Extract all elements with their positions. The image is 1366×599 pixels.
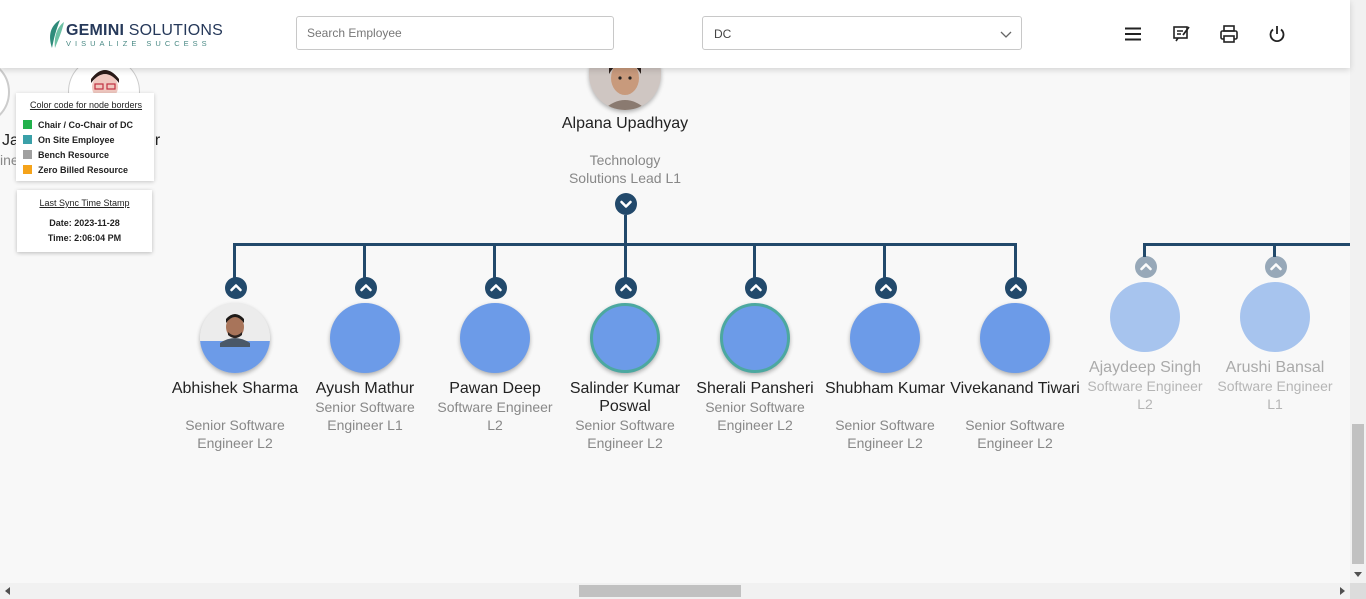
app-header: GEMINI SOLUTIONS VISUALIZE SUCCESS DC [0,0,1350,68]
connector-line [1143,243,1350,246]
employee-name: Shubham Kumar [824,380,946,397]
connector-line [1143,243,1146,257]
employee-role: Senior Software Engineer L2 [705,399,805,433]
chevron-down-icon [1000,31,1012,38]
connector-line [233,243,236,279]
employee-role: Senior Software Engineer L2 [835,417,935,451]
connector-line [493,243,496,279]
person-photo-icon [200,303,270,373]
sync-time: Time: 2:06:04 PM [47,233,122,243]
logo-tagline: VISUALIZE SUCCESS [66,39,211,48]
chevron-up-icon [490,284,502,292]
connector-line [1014,243,1017,279]
chevron-up-icon [750,284,762,292]
employee-role: Software Engineer L2 [437,399,553,433]
chevron-up-icon [1140,263,1152,271]
employee-avatar[interactable] [980,303,1050,373]
connector-line [753,243,756,279]
employee-name: Sherali Pansheri [696,380,814,397]
feedback-icon[interactable] [1171,24,1191,44]
chevron-down-icon [620,200,632,208]
sync-timestamp-panel: Last Sync Time Stamp Date: 2023-11-28 Ti… [17,190,152,252]
employee-role: Senior Software Engineer L2 [575,417,675,451]
logo-wordmark: GEMINI SOLUTIONS [66,22,223,39]
employee-role: Senior Software Engineer L1 [315,399,415,433]
vertical-scroll-thumb[interactable] [1352,424,1364,564]
employee-name: Vivekanand Tiwari [950,380,1080,397]
company-logo[interactable]: GEMINI SOLUTIONS VISUALIZE SUCCESS [46,18,223,50]
org-chart-canvas[interactable]: Ja ine ur Alpana Upadhyay Technology Sol… [0,68,1350,583]
person-photo-icon [589,68,661,110]
parent-role: Technology Solutions Lead L1 [568,152,682,186]
employee-avatar[interactable] [590,303,660,373]
expand-toggle[interactable] [1265,256,1287,278]
scrollbar-corner [1350,583,1366,599]
employee-name: Pawan Deep [449,380,541,397]
employee-name: Abhishek Sharma [171,380,299,397]
parent-avatar[interactable] [589,68,661,110]
expand-toggle[interactable] [615,277,637,299]
partial-avatar[interactable] [0,68,10,126]
color-legend: Color code for node borders Chair / Co-C… [16,93,154,181]
employee-avatar[interactable] [460,303,530,373]
employee-name: Ajaydeep Singh [1088,359,1202,376]
connector-line [363,243,366,279]
employee-name: Ayush Mathur [315,380,415,397]
employee-role: Software Engineer L1 [1217,378,1333,412]
employee-role: Software Engineer L2 [1087,378,1203,412]
legend-swatch [23,135,32,144]
expand-toggle[interactable] [875,277,897,299]
chevron-up-icon [230,284,242,292]
employee-avatar[interactable] [1240,282,1310,352]
employee-avatar[interactable] [720,303,790,373]
employee-avatar[interactable] [330,303,400,373]
print-icon[interactable] [1219,24,1239,44]
logo-leaf-icon [50,20,64,48]
chevron-up-icon [1270,263,1282,271]
chevron-up-icon [360,284,372,292]
connector-line [883,243,886,279]
department-select-value: DC [714,27,732,41]
expand-toggle[interactable] [1135,256,1157,278]
expand-toggle[interactable] [1005,277,1027,299]
collapse-toggle[interactable] [615,193,637,215]
scroll-down-icon[interactable] [1354,570,1362,578]
connector-line [624,215,627,244]
department-select[interactable]: DC [702,16,1022,50]
legend-title: Color code for node borders [29,100,143,110]
power-icon[interactable] [1267,24,1287,44]
employee-name: Arushi Bansal [1225,359,1325,376]
employee-role: Senior Software Engineer L2 [965,417,1065,451]
sync-title: Last Sync Time Stamp [39,198,130,208]
legend-swatch [23,150,32,159]
expand-toggle[interactable] [225,277,247,299]
scroll-right-icon[interactable] [1338,587,1346,595]
parent-name: Alpana Upadhyay [561,115,689,132]
scroll-left-icon[interactable] [4,587,12,595]
legend-swatch [23,165,32,174]
expand-toggle[interactable] [745,277,767,299]
employee-avatar[interactable] [1110,282,1180,352]
menu-icon[interactable] [1123,24,1143,44]
employee-avatar[interactable] [200,303,270,373]
chevron-up-icon [880,284,892,292]
search-employee-input[interactable] [296,16,614,50]
chevron-up-icon [1010,284,1022,292]
vertical-scrollbar[interactable] [1350,0,1366,583]
employee-role: Senior Software Engineer L2 [185,417,285,451]
legend-swatch [23,120,32,129]
connector-line [1273,243,1276,257]
horizontal-scrollbar[interactable] [0,583,1350,599]
horizontal-scroll-thumb[interactable] [579,585,741,597]
employee-avatar[interactable] [850,303,920,373]
expand-toggle[interactable] [355,277,377,299]
connector-line [624,243,627,279]
employee-name: Salinder Kumar Poswal [569,380,681,415]
chevron-up-icon [620,284,632,292]
expand-toggle[interactable] [485,277,507,299]
sync-date: Date: 2023-11-28 [49,218,120,228]
